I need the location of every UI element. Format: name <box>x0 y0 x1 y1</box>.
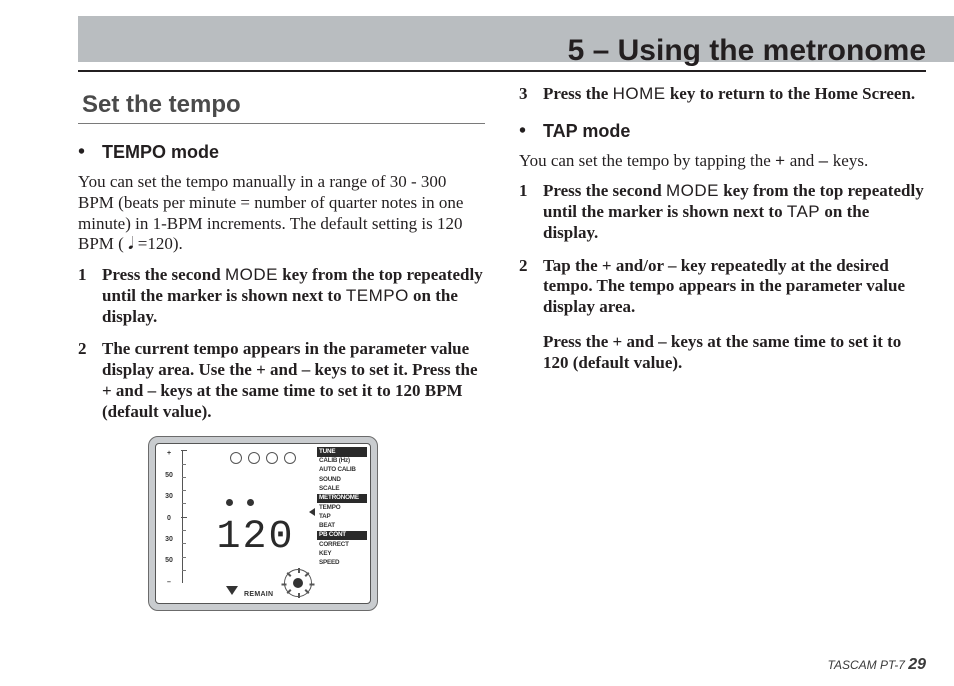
lcd-menu-item: KEY <box>317 550 367 559</box>
tap-step-2: Tap the + and/or – key repeatedly at the… <box>519 256 926 318</box>
beat-dot-icon <box>248 452 260 464</box>
beat-dot-icon <box>284 452 296 464</box>
lcd-menu-item: TUNE <box>317 447 367 456</box>
lcd-menu-item: METRONOME <box>317 494 367 503</box>
dot-icon <box>226 499 233 506</box>
lcd-menu-item: SPEED <box>317 559 367 568</box>
footer-brand: TASCAM PT-7 <box>828 658 909 672</box>
dot-icon <box>247 499 254 506</box>
key-tap: TAP <box>787 202 820 221</box>
beat-dot-icon <box>266 452 278 464</box>
lcd-figure: + 50 30 0 30 50 – <box>148 436 485 611</box>
scale-m30: 30 <box>165 536 173 545</box>
header-rule <box>78 70 926 72</box>
section-title: Set the tempo <box>78 84 485 124</box>
key-tempo: TEMPO <box>346 286 409 305</box>
bullet-icon: • <box>78 142 102 162</box>
key-mode: MODE <box>666 181 719 200</box>
scale-plus: + <box>167 450 171 459</box>
tap-mode-lead: You can set the tempo by tapping the + a… <box>519 151 926 172</box>
lcd-menu-item: PB CONT <box>317 531 367 540</box>
beat-dot-icon <box>230 452 242 464</box>
lcd-meter <box>182 450 188 583</box>
lcd-menu-item: CORRECT <box>317 540 367 549</box>
lcd-menu-item: SCALE <box>317 484 367 493</box>
lcd-menu-item: TAP <box>317 512 367 521</box>
lcd-tempo-value: 120 <box>201 514 310 563</box>
text: You can set the tempo by tapping the <box>519 151 775 170</box>
text: keys. <box>829 151 869 170</box>
tempo-mode-heading-row: • TEMPO mode <box>78 140 485 172</box>
beat-indicators <box>216 452 310 464</box>
tap-mode-note: Press the + and – keys at the same time … <box>543 332 926 373</box>
tempo-mode-lead: You can set the tempo manually in a rang… <box>78 172 485 255</box>
lcd-screen: + 50 30 0 30 50 – <box>155 443 371 604</box>
remain-arrow-icon <box>226 586 238 595</box>
page-body: Set the tempo • TEMPO mode You can set t… <box>78 84 926 648</box>
key-home: HOME <box>613 84 666 103</box>
key-mode: MODE <box>225 265 278 284</box>
text: and <box>786 151 819 170</box>
scale-m50: 50 <box>165 557 173 566</box>
chapter-title: 5 – Using the metronome <box>568 34 926 68</box>
lcd-scale: + 50 30 0 30 50 – <box>158 450 180 587</box>
text: Press the second <box>102 265 225 284</box>
lcd-frame: + 50 30 0 30 50 – <box>148 436 378 611</box>
tempo-mode-steps: Press the second MODE key from the top r… <box>78 265 485 422</box>
scale-50: 50 <box>165 472 173 481</box>
text: key to return to the Home Screen. <box>666 84 916 103</box>
marker-dots <box>226 499 254 506</box>
tempo-mode-steps-cont: Press the HOME key to return to the Home… <box>519 84 926 105</box>
page-number: 29 <box>908 656 926 673</box>
tap-mode-steps: Press the second MODE key from the top r… <box>519 181 926 317</box>
tempo-step-3: Press the HOME key to return to the Home… <box>519 84 926 105</box>
lcd-menu-item: BEAT <box>317 522 367 531</box>
lcd-menu: TUNECALIB (Hz)AUTO CALIBSOUNDSCALEMETRON… <box>317 447 367 600</box>
tempo-step-1: Press the second MODE key from the top r… <box>78 265 485 327</box>
text: Press the second <box>543 181 666 200</box>
scale-0: 0 <box>167 515 171 524</box>
key-minus: – <box>819 151 829 170</box>
jog-wheel-icon <box>284 569 312 597</box>
lcd-menu-item: CALIB (Hz) <box>317 457 367 466</box>
tempo-mode-heading: TEMPO mode <box>102 142 219 164</box>
tempo-step-2: The current tempo appears in the paramet… <box>78 339 485 422</box>
tap-step-1: Press the second MODE key from the top r… <box>519 181 926 243</box>
scale-30: 30 <box>165 493 173 502</box>
bullet-icon: • <box>519 121 543 141</box>
tap-mode-heading-row: • TAP mode <box>519 119 926 151</box>
page-footer: TASCAM PT-7 29 <box>828 656 926 674</box>
lcd-menu-item: TEMPO <box>317 503 367 512</box>
tap-mode-heading: TAP mode <box>543 121 630 143</box>
lcd-menu-item: AUTO CALIB <box>317 466 367 475</box>
text: Press the <box>543 84 613 103</box>
key-plus: + <box>775 151 785 170</box>
remain-label: REMAIN <box>244 591 273 600</box>
scale-minus: – <box>167 579 171 588</box>
header-bar: 5 – Using the metronome <box>78 16 954 62</box>
lcd-menu-item: SOUND <box>317 475 367 484</box>
